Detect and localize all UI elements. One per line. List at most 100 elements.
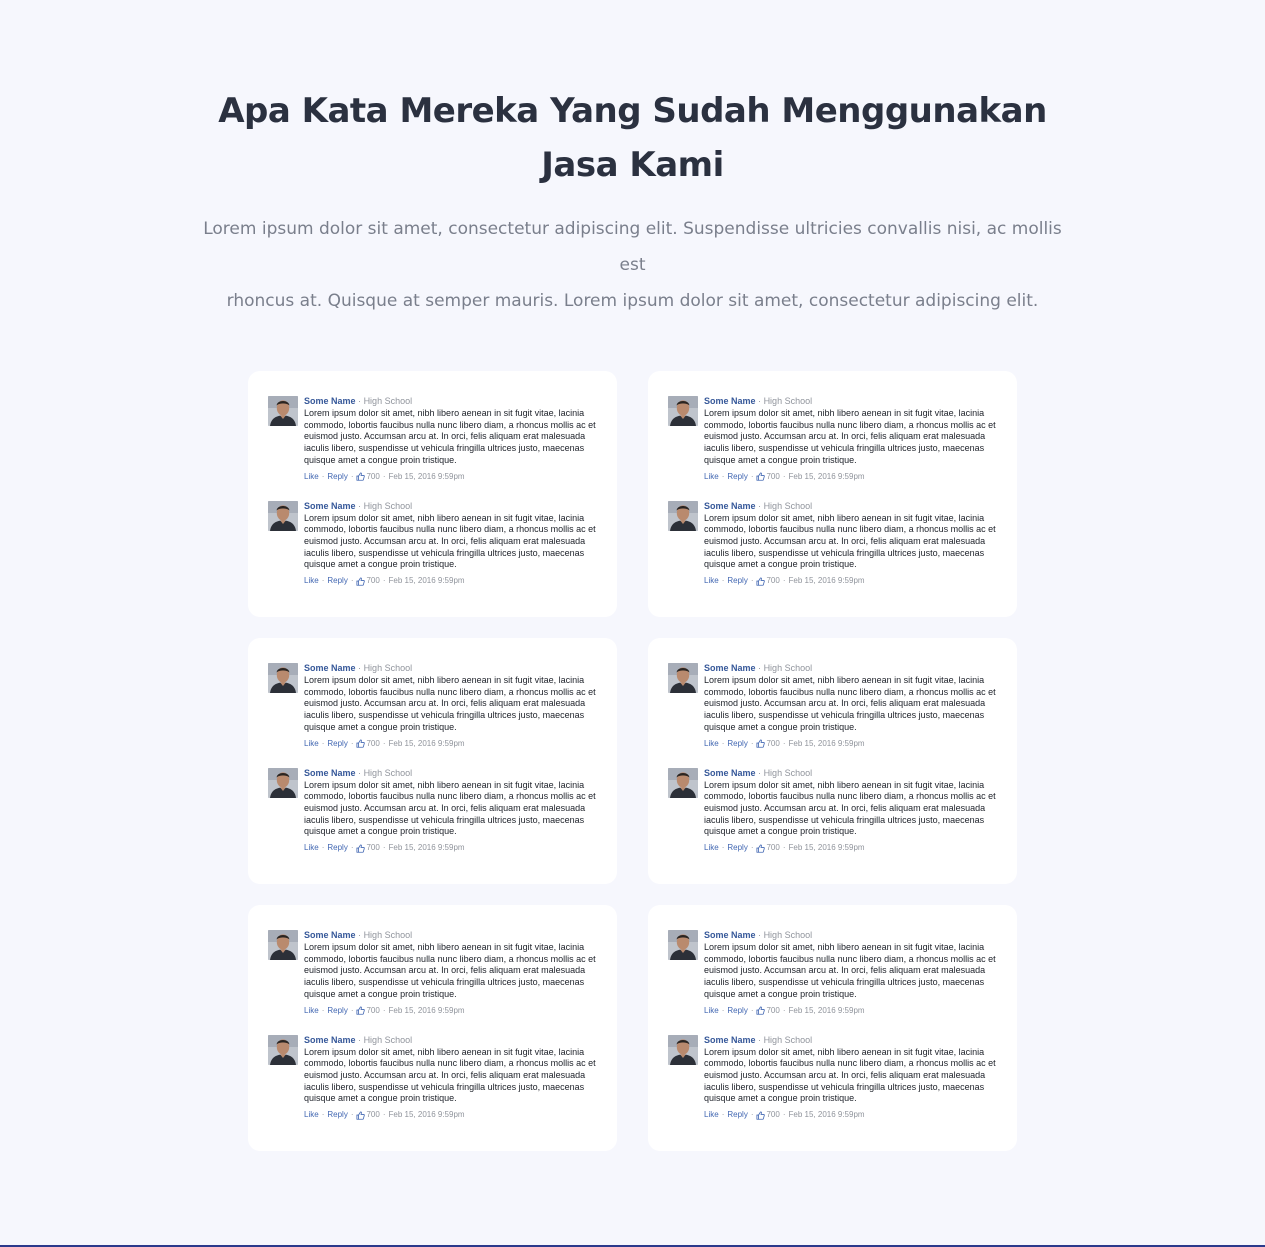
user-photo-icon[interactable] (268, 1034, 298, 1065)
comment-actions: Like · Reply · 700 · Feb 15, 2016 9:59pm (704, 1005, 999, 1017)
reply-link[interactable]: Reply (727, 738, 747, 750)
action-dot: · (321, 1005, 325, 1015)
user-photo-icon[interactable] (268, 930, 298, 960)
like-link[interactable]: Like (704, 471, 719, 483)
comment-timestamp: Feb 15, 2016 9:59pm (788, 1005, 865, 1015)
thumbs-up-icon (356, 577, 366, 586)
comment-author[interactable]: Some Name (704, 501, 756, 511)
comment-affiliation: High School (763, 767, 813, 778)
comment-author[interactable]: Some Name (304, 396, 356, 406)
comment-affiliation: High School (763, 500, 813, 511)
comment-affiliation: High School (763, 396, 813, 406)
like-link[interactable]: Like (304, 842, 319, 854)
comment-author[interactable]: Some Name (304, 1035, 356, 1045)
thumbs-up-icon (356, 1111, 366, 1120)
reply-link[interactable]: Reply (327, 1109, 347, 1121)
comment: Some Name · High School Lorem ipsum dolo… (268, 662, 599, 750)
user-photo-icon[interactable] (668, 767, 698, 798)
reply-link[interactable]: Reply (727, 842, 747, 854)
like-link[interactable]: Like (304, 575, 319, 587)
reply-link[interactable]: Reply (727, 471, 747, 483)
intro-line-2: rhoncus at. Quisque at semper mauris. Lo… (226, 291, 1039, 311)
reply-link[interactable]: Reply (727, 1005, 747, 1017)
comment-author[interactable]: Some Name (304, 663, 356, 673)
meta-dot: · (358, 1034, 362, 1045)
action-dot: · (721, 738, 725, 748)
comment: Some Name · High School Lorem ipsum dolo… (668, 500, 999, 588)
meta-dot: · (358, 396, 362, 406)
like-link[interactable]: Like (304, 1005, 319, 1017)
user-photo-icon[interactable] (668, 930, 698, 960)
comment-author[interactable]: Some Name (304, 768, 356, 778)
thumbs-up-icon (756, 739, 766, 748)
comment-author[interactable]: Some Name (704, 768, 756, 778)
comment-actions: Like · Reply · 700 · Feb 15, 2016 9:59pm (704, 1109, 999, 1121)
comment-actions: Like · Reply · 700 · Feb 15, 2016 9:59pm (704, 471, 999, 483)
like-link[interactable]: Like (704, 842, 719, 854)
action-dot: · (721, 471, 725, 481)
meta-dot: · (758, 1034, 762, 1045)
comment: Some Name · High School Lorem ipsum dolo… (668, 662, 999, 750)
action-dot: · (721, 576, 725, 586)
reply-link[interactable]: Reply (727, 1109, 747, 1121)
user-photo-icon[interactable] (268, 396, 298, 426)
comment-affiliation: High School (363, 930, 413, 940)
comment-author[interactable]: Some Name (704, 930, 756, 940)
comment: Some Name · High School Lorem ipsum dolo… (668, 929, 999, 1017)
action-dot: · (321, 1110, 325, 1120)
like-link[interactable]: Like (704, 738, 719, 750)
comment-affiliation: High School (763, 1034, 813, 1045)
user-photo-icon[interactable] (268, 767, 298, 798)
reply-link[interactable]: Reply (727, 575, 747, 587)
comment-author[interactable]: Some Name (304, 930, 356, 940)
comment-timestamp: Feb 15, 2016 9:59pm (388, 1005, 465, 1015)
user-photo-icon[interactable] (668, 500, 698, 531)
reply-link[interactable]: Reply (327, 738, 347, 750)
like-count: 700 (766, 843, 780, 853)
action-dot: · (350, 1005, 354, 1015)
comment-actions: Like · Reply · 700 · Feb 15, 2016 9:59pm (304, 575, 599, 587)
thumbs-up-icon (356, 472, 366, 481)
meta-dot: · (358, 930, 362, 940)
action-dot: · (750, 471, 754, 481)
action-dot: · (350, 738, 354, 748)
testimonial-card: Some Name · High School Lorem ipsum dolo… (248, 371, 617, 617)
comment-timestamp: Feb 15, 2016 9:59pm (388, 1110, 465, 1120)
thumbs-up-icon (756, 472, 766, 481)
reply-link[interactable]: Reply (327, 471, 347, 483)
testimonial-card: Some Name · High School Lorem ipsum dolo… (248, 905, 617, 1151)
action-dot: · (350, 1110, 354, 1120)
comment-text: Lorem ipsum dolor sit amet, nibh libero … (704, 779, 996, 837)
comment-timestamp: Feb 15, 2016 9:59pm (388, 843, 465, 853)
like-link[interactable]: Like (304, 1109, 319, 1121)
user-photo-icon[interactable] (268, 663, 298, 693)
comment-actions: Like · Reply · 700 · Feb 15, 2016 9:59pm (304, 738, 599, 750)
comment-timestamp: Feb 15, 2016 9:59pm (788, 471, 865, 481)
user-photo-icon[interactable] (668, 1034, 698, 1065)
comment-actions: Like · Reply · 700 · Feb 15, 2016 9:59pm (304, 1109, 599, 1121)
comment-author[interactable]: Some Name (704, 1035, 756, 1045)
reply-link[interactable]: Reply (327, 1005, 347, 1017)
comment-author[interactable]: Some Name (704, 396, 756, 406)
thumbs-up-icon (756, 577, 766, 586)
reply-link[interactable]: Reply (327, 575, 347, 587)
comment: Some Name · High School Lorem ipsum dolo… (268, 1034, 599, 1122)
like-link[interactable]: Like (704, 575, 719, 587)
like-count: 700 (366, 738, 380, 748)
section-intro: Lorem ipsum dolor sit amet, consectetur … (200, 211, 1065, 319)
like-link[interactable]: Like (704, 1005, 719, 1017)
reply-link[interactable]: Reply (327, 842, 347, 854)
like-link[interactable]: Like (304, 738, 319, 750)
like-count: 700 (766, 738, 780, 748)
user-photo-icon[interactable] (668, 396, 698, 426)
comment-author[interactable]: Some Name (704, 663, 756, 673)
user-photo-icon[interactable] (668, 663, 698, 693)
like-count: 700 (766, 1110, 780, 1120)
user-photo-icon[interactable] (268, 500, 298, 531)
like-link[interactable]: Like (704, 1109, 719, 1121)
like-link[interactable]: Like (304, 471, 319, 483)
comment-author[interactable]: Some Name (304, 501, 356, 511)
heading-line-1: Apa Kata Mereka Yang Sudah Menggunakan (218, 91, 1047, 131)
comment-text: Lorem ipsum dolor sit amet, nibh libero … (704, 512, 996, 570)
action-dot: · (321, 843, 325, 853)
